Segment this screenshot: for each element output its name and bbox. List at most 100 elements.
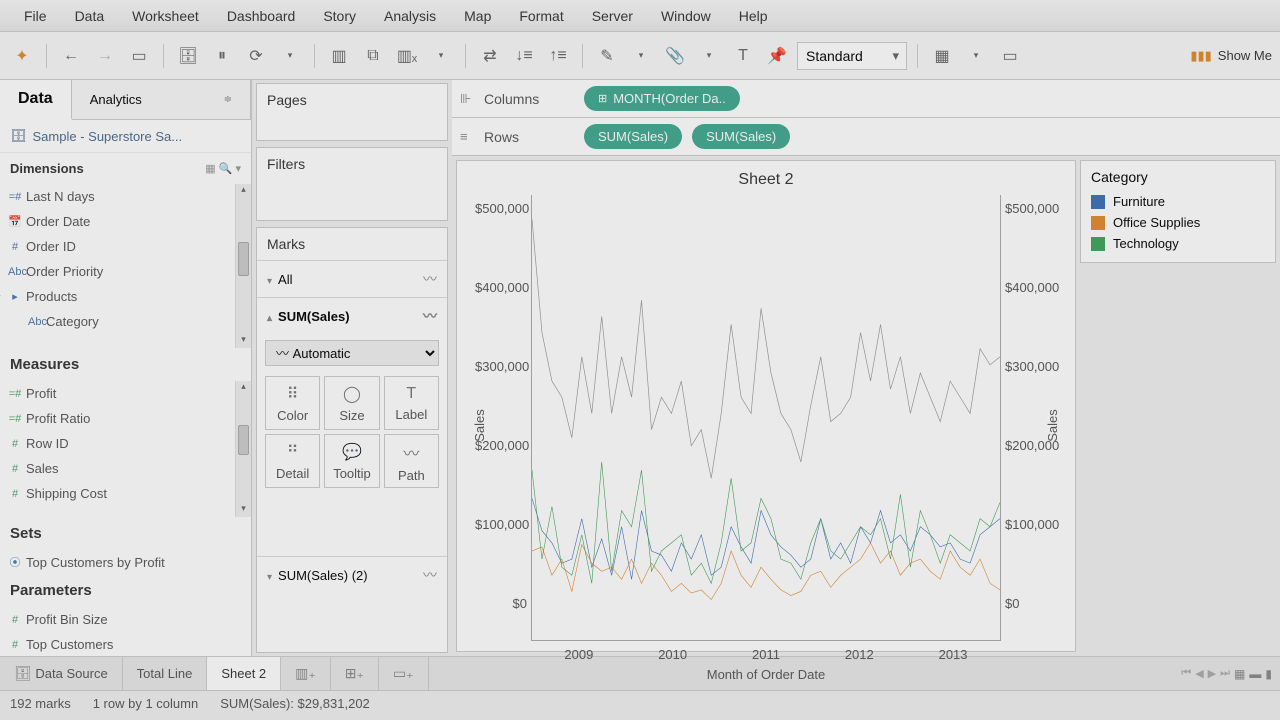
sort-desc-icon[interactable]: ↑≡ [544, 42, 572, 70]
text-icon[interactable]: T [729, 42, 757, 70]
forward-icon[interactable]: → [91, 42, 119, 70]
filmstrip-icon[interactable]: ▬ [1249, 667, 1261, 681]
marks-sum-sales-1[interactable]: ▴SUM(Sales) 〰 [257, 297, 447, 334]
field-top-customers[interactable]: #Top Customers [0, 632, 251, 656]
filters-shelf[interactable]: Filters [256, 147, 448, 221]
marks-detail[interactable]: ⠛Detail [265, 434, 320, 488]
marks-color[interactable]: ⠿Color [265, 376, 320, 430]
legend-furniture[interactable]: Furniture [1091, 191, 1265, 212]
pages-shelf[interactable]: Pages [256, 83, 448, 141]
detail-icon: ⠛ [287, 442, 299, 462]
new-worksheet-icon[interactable]: ▥ [325, 42, 353, 70]
pin-icon[interactable]: 📌 [763, 42, 791, 70]
rows-pill-sales-1[interactable]: SUM(Sales) [584, 124, 682, 149]
series-office-supplies[interactable] [532, 543, 1000, 600]
field-last-n-days[interactable]: =#Last N days [0, 184, 251, 209]
tab-data[interactable]: Data [0, 80, 72, 120]
field-profit-ratio[interactable]: =#Profit Ratio [0, 406, 251, 431]
measures-scrollbar[interactable]: ▴ ▾ [235, 381, 251, 516]
dropdown5-icon[interactable]: ▾ [962, 42, 990, 70]
marks-size[interactable]: ◯Size [324, 376, 379, 430]
new-dashboard-tab[interactable]: ⊞₊ [331, 657, 379, 690]
rows-pill-sales-2[interactable]: SUM(Sales) [692, 124, 790, 149]
columns-pill-month[interactable]: ⊞MONTH(Order Da.. [584, 86, 740, 111]
legend-card[interactable]: Category FurnitureOffice SuppliesTechnol… [1080, 160, 1276, 263]
last-icon[interactable]: ⏭ [1220, 667, 1230, 680]
menu-format[interactable]: Format [505, 8, 577, 24]
label-icon: T [406, 385, 416, 403]
chart-viewport[interactable]: Sheet 2 Sales $500,000$400,000$300,000$2… [456, 160, 1076, 652]
dropdown3-icon[interactable]: ▾ [627, 42, 655, 70]
series-total[interactable] [532, 219, 1000, 478]
mark-type-select[interactable]: 〰 Automatic [265, 340, 439, 366]
marks-label[interactable]: TLabel [384, 376, 439, 430]
field-profit[interactable]: =#Profit [0, 381, 251, 406]
menu-file[interactable]: File [10, 8, 61, 24]
legend-technology[interactable]: Technology [1091, 233, 1265, 254]
field-category[interactable]: AbcCategory [0, 309, 251, 334]
duplicate-icon[interactable]: ⧉ [359, 42, 387, 70]
menu-story[interactable]: Story [309, 8, 370, 24]
line-mark-icon: 〰 [423, 565, 437, 585]
highlight-icon[interactable]: ✎ [593, 42, 621, 70]
dropdown-icon[interactable]: ▾ [276, 42, 304, 70]
prev-icon[interactable]: ◀ [1195, 667, 1203, 680]
marks-sum-sales-2[interactable]: ▾SUM(Sales) (2) 〰 [257, 556, 447, 593]
columns-shelf[interactable]: ⊪ Columns ⊞MONTH(Order Da.. [452, 80, 1280, 118]
sheet-2[interactable]: Sheet 2 [207, 657, 281, 690]
rows-shelf[interactable]: ≡ Rows SUM(Sales) SUM(Sales) [452, 118, 1280, 156]
refresh-icon[interactable]: ⟳ [242, 42, 270, 70]
field-order-id[interactable]: #Order ID [0, 234, 251, 259]
save-icon[interactable]: ▭ [125, 42, 153, 70]
menu-analysis[interactable]: Analysis [370, 8, 450, 24]
presentation-icon[interactable]: ▭ [996, 42, 1024, 70]
group-icon[interactable]: 📎 [661, 42, 689, 70]
menu-server[interactable]: Server [578, 8, 647, 24]
sheet-title[interactable]: Sheet 2 [471, 171, 1061, 189]
cards-icon[interactable]: ▦ [928, 42, 956, 70]
new-worksheet-tab[interactable]: ▥₊ [281, 657, 331, 690]
data-source[interactable]: 🗄 Sample - Superstore Sa... [0, 120, 251, 153]
field-order-priority[interactable]: AbcOrder Priority [0, 259, 251, 284]
next-icon[interactable]: ▶ [1208, 667, 1216, 680]
worksheet-area: ⊪ Columns ⊞MONTH(Order Da.. ≡ Rows SUM(S… [452, 80, 1280, 656]
menu-worksheet[interactable]: Worksheet [118, 8, 213, 24]
menu-dashboard[interactable]: Dashboard [213, 8, 310, 24]
clear-icon[interactable]: ▥ₓ [393, 42, 421, 70]
field-row-id[interactable]: #Row ID [0, 431, 251, 456]
field-shipping-cost[interactable]: #Shipping Cost [0, 481, 251, 506]
dimensions-scrollbar[interactable]: ▴ ▾ [235, 184, 251, 348]
swap-icon[interactable]: ⇄ [476, 42, 504, 70]
field-sales[interactable]: #Sales [0, 456, 251, 481]
show-me-button[interactable]: ▮▮▮ Show Me [1190, 48, 1272, 64]
field-profit-bin-size[interactable]: #Profit Bin Size [0, 607, 251, 632]
sort-tabs-icon[interactable]: ▮ [1265, 667, 1272, 681]
find-icon[interactable]: ▦ 🔍 ▾ [205, 162, 241, 175]
sort-asc-icon[interactable]: ↓≡ [510, 42, 538, 70]
marks-all[interactable]: ▾All 〰 [257, 260, 447, 297]
menu-help[interactable]: Help [725, 8, 782, 24]
first-icon[interactable]: ⏮ [1181, 667, 1191, 680]
marks-path[interactable]: 〰Path [384, 434, 439, 488]
data-source-tab[interactable]: 🗄 Data Source [0, 657, 123, 690]
new-story-tab[interactable]: ▭₊ [379, 657, 429, 690]
back-icon[interactable]: ← [57, 42, 85, 70]
pause-updates-icon[interactable]: ⏸ [208, 42, 236, 70]
series-furniture[interactable] [532, 498, 1000, 579]
field-top-customers-by-profit[interactable]: ⦿Top Customers by Profit [0, 550, 251, 574]
menu-window[interactable]: Window [647, 8, 725, 24]
field-products[interactable]: ▾▸Products [0, 284, 251, 309]
dropdown2-icon[interactable]: ▾ [427, 42, 455, 70]
field-order-date[interactable]: 📅Order Date [0, 209, 251, 234]
legend-office-supplies[interactable]: Office Supplies [1091, 212, 1265, 233]
menu-data[interactable]: Data [61, 8, 119, 24]
fit-select[interactable]: Standard [797, 42, 907, 70]
plot-area[interactable]: 20092010201120122013 Month of Order Date [531, 195, 1001, 641]
sheet-total-line[interactable]: Total Line [123, 657, 208, 690]
menu-map[interactable]: Map [450, 8, 505, 24]
grid-view-icon[interactable]: ▦ [1234, 667, 1245, 681]
marks-tooltip[interactable]: 💬Tooltip [324, 434, 379, 488]
tab-analytics[interactable]: Analytics≑ [72, 80, 251, 119]
dropdown4-icon[interactable]: ▾ [695, 42, 723, 70]
new-datasource-icon[interactable]: 🗄 [174, 42, 202, 70]
